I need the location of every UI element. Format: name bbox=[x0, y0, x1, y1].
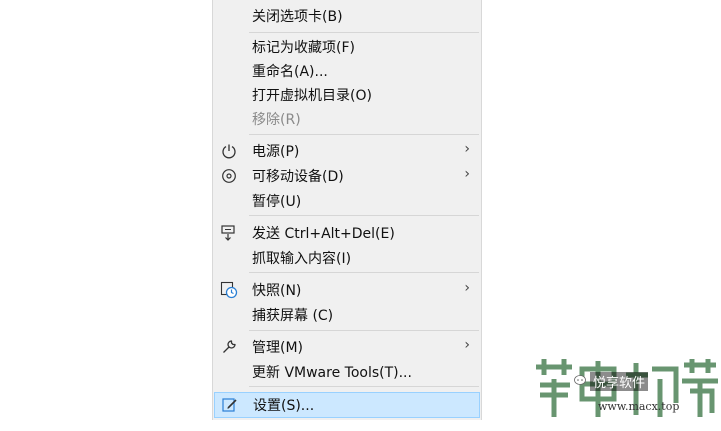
snapshot-icon bbox=[220, 281, 238, 299]
menu-separator bbox=[249, 32, 479, 33]
watermark-url: www.macx.top bbox=[598, 400, 680, 413]
chevron-right-icon: › bbox=[464, 141, 470, 157]
menu-separator bbox=[249, 134, 479, 135]
wrench-icon bbox=[220, 338, 238, 356]
menu-item-close-tab[interactable]: 关闭选项卡(B) bbox=[214, 4, 480, 28]
menu-item-rename[interactable]: 重命名(A)... bbox=[214, 59, 480, 83]
menu-item-label: 更新 VMware Tools(T)... bbox=[252, 365, 412, 381]
menu-item-label: 关闭选项卡(B) bbox=[252, 9, 343, 25]
chat-bubble-icon bbox=[574, 372, 588, 385]
menu-item-manage[interactable]: 管理(M) › bbox=[214, 335, 480, 359]
menu-item-removable-devices[interactable]: 可移动设备(D) › bbox=[214, 164, 480, 188]
menu-separator bbox=[249, 215, 479, 216]
chevron-right-icon: › bbox=[464, 337, 470, 353]
menu-item-label: 设置(S)... bbox=[253, 398, 315, 414]
menu-separator bbox=[249, 386, 479, 387]
menu-item-label: 电源(P) bbox=[252, 144, 300, 160]
menu-item-label: 暂停(U) bbox=[252, 194, 302, 210]
menu-item-send-ctrl-alt-del[interactable]: 发送 Ctrl+Alt+Del(E) bbox=[214, 221, 480, 245]
watermark: 悦享软件 www.macx.top bbox=[530, 355, 721, 420]
menu-item-label: 发送 Ctrl+Alt+Del(E) bbox=[252, 226, 395, 242]
menu-item-label: 捕获屏幕 (C) bbox=[252, 308, 334, 324]
menu-item-grab-input[interactable]: 抓取输入内容(I) bbox=[214, 246, 480, 270]
menu-separator bbox=[249, 272, 479, 273]
menu-item-snapshot[interactable]: 快照(N) › bbox=[214, 278, 480, 302]
context-menu: 关闭选项卡(B) 标记为收藏项(F) 重命名(A)... 打开虚拟机目录(O) … bbox=[212, 0, 482, 420]
watermark-brand: 悦享软件 bbox=[590, 372, 649, 391]
menu-item-label: 标记为收藏项(F) bbox=[252, 40, 355, 56]
menu-item-update-vmware-tools[interactable]: 更新 VMware Tools(T)... bbox=[214, 360, 480, 384]
chevron-right-icon: › bbox=[464, 280, 470, 296]
power-icon bbox=[220, 142, 238, 160]
menu-separator bbox=[249, 330, 479, 331]
menu-item-favorite[interactable]: 标记为收藏项(F) bbox=[214, 35, 480, 59]
menu-item-label: 管理(M) bbox=[252, 340, 304, 356]
menu-item-open-vm-directory[interactable]: 打开虚拟机目录(O) bbox=[214, 83, 480, 107]
menu-item-pause[interactable]: 暂停(U) bbox=[214, 189, 480, 213]
settings-icon bbox=[221, 396, 239, 414]
menu-item-power[interactable]: 电源(P) › bbox=[214, 139, 480, 163]
menu-item-label: 打开虚拟机目录(O) bbox=[252, 88, 372, 104]
menu-item-remove: 移除(R) bbox=[214, 107, 480, 131]
menu-item-label: 抓取输入内容(I) bbox=[252, 251, 352, 267]
menu-item-label: 可移动设备(D) bbox=[252, 169, 344, 185]
menu-item-label: 重命名(A)... bbox=[252, 64, 328, 80]
menu-item-label: 快照(N) bbox=[252, 283, 302, 299]
chevron-right-icon: › bbox=[464, 166, 470, 182]
removable-device-icon bbox=[220, 167, 238, 185]
menu-item-label: 移除(R) bbox=[252, 112, 301, 128]
send-keys-icon bbox=[220, 224, 238, 242]
menu-item-capture-screen[interactable]: 捕获屏幕 (C) bbox=[214, 303, 480, 327]
menu-item-settings[interactable]: 设置(S)... bbox=[214, 392, 480, 418]
